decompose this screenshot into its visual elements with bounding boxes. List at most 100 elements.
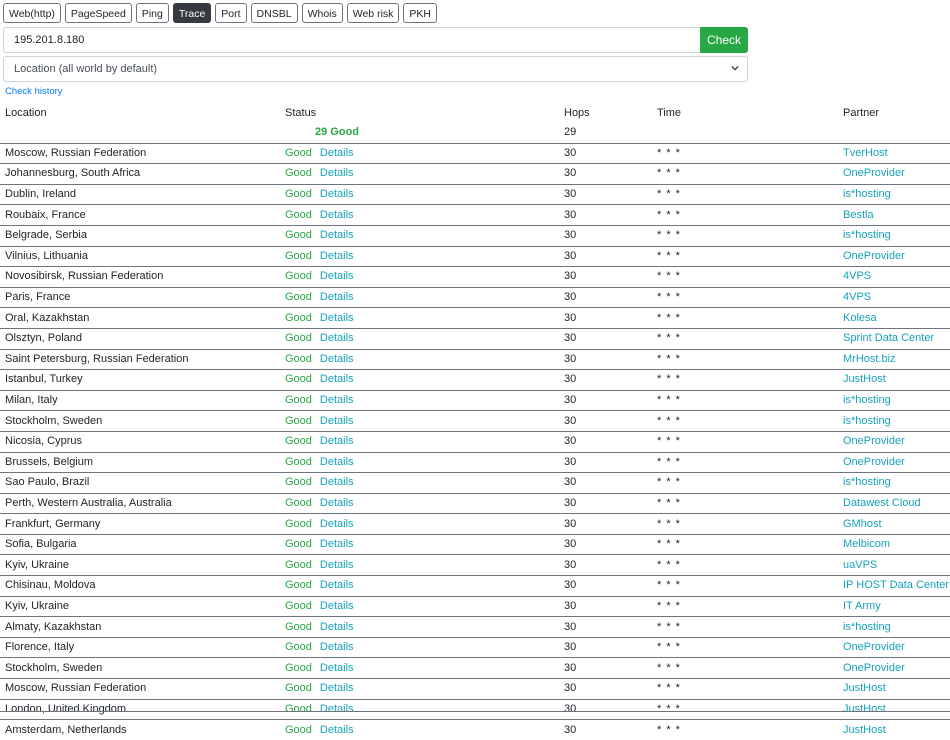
details-link[interactable]: Details: [320, 682, 354, 694]
details-link[interactable]: Details: [320, 621, 354, 633]
details-link[interactable]: Details: [320, 415, 354, 427]
partner-link[interactable]: JustHost: [838, 698, 950, 720]
tab-web-http[interactable]: Web(http): [3, 3, 61, 23]
status-cell: Good Details: [280, 719, 559, 740]
details-link[interactable]: Details: [320, 662, 354, 674]
partner-link[interactable]: is*hosting: [838, 410, 950, 432]
details-link[interactable]: Details: [320, 476, 354, 488]
status-text: Good: [285, 373, 312, 386]
partner-link[interactable]: TverHost: [838, 142, 950, 164]
host-input[interactable]: [3, 27, 700, 53]
details-link[interactable]: Details: [320, 209, 354, 221]
details-link[interactable]: Details: [320, 703, 354, 715]
time-cell: * * *: [652, 451, 838, 473]
location-cell: Novosibirsk, Russian Federation: [0, 266, 280, 288]
partner-link[interactable]: IT Army: [838, 595, 950, 617]
partner-link[interactable]: OneProvider: [838, 245, 950, 267]
partner-link[interactable]: JustHost: [838, 369, 950, 391]
partner-link[interactable]: Kolesa: [838, 307, 950, 329]
details-link[interactable]: Details: [320, 270, 354, 282]
summary-time: [652, 123, 838, 143]
partner-link[interactable]: 4VPS: [838, 266, 950, 288]
hops-cell: 30: [559, 142, 652, 164]
tab-dnsbl[interactable]: DNSBL: [250, 3, 298, 23]
status-text: Good: [285, 455, 312, 468]
partner-link[interactable]: uaVPS: [838, 554, 950, 576]
tab-ping[interactable]: Ping: [135, 3, 169, 23]
hops-cell: 30: [559, 513, 652, 535]
tab-web-risk[interactable]: Web risk: [346, 3, 400, 23]
details-link[interactable]: Details: [320, 250, 354, 262]
time-cell: * * *: [652, 492, 838, 514]
details-link[interactable]: Details: [320, 147, 354, 159]
details-link[interactable]: Details: [320, 600, 354, 612]
partner-link[interactable]: OneProvider: [838, 451, 950, 473]
summary-status: 29 Good: [280, 123, 559, 143]
partner-link[interactable]: MrHost.biz: [838, 348, 950, 370]
partner-link[interactable]: IP HOST Data Center: [838, 575, 950, 597]
partner-link[interactable]: 4VPS: [838, 286, 950, 308]
time-cell: * * *: [652, 389, 838, 411]
details-link[interactable]: Details: [320, 167, 354, 179]
partner-link[interactable]: is*hosting: [838, 616, 950, 638]
status-cell: Good Details: [280, 142, 559, 164]
partner-link[interactable]: OneProvider: [838, 163, 950, 185]
hops-cell: 30: [559, 163, 652, 185]
summary-row: 29 Good 29: [0, 123, 950, 143]
time-cell: * * *: [652, 616, 838, 638]
status-text: Good: [285, 558, 312, 571]
partner-link[interactable]: is*hosting: [838, 472, 950, 494]
tab-whois[interactable]: Whois: [301, 3, 343, 23]
hops-cell: 30: [559, 595, 652, 617]
time-cell: * * *: [652, 348, 838, 370]
partner-link[interactable]: is*hosting: [838, 183, 950, 205]
partner-link[interactable]: Sprint Data Center: [838, 327, 950, 350]
partner-link[interactable]: OneProvider: [838, 636, 950, 658]
details-link[interactable]: Details: [320, 538, 354, 550]
status-cell: Good Details: [280, 533, 559, 555]
partner-link[interactable]: is*hosting: [838, 224, 950, 247]
time-cell: * * *: [652, 224, 838, 247]
details-link[interactable]: Details: [320, 291, 354, 303]
details-link[interactable]: Details: [320, 456, 354, 468]
details-link[interactable]: Details: [320, 724, 354, 736]
tab-pagespeed[interactable]: PageSpeed: [64, 3, 132, 23]
table-row: Nicosia, Cyprus Good Details 30 * * * OneProv…: [0, 430, 950, 452]
status-text: Good: [285, 723, 312, 736]
partner-link[interactable]: JustHost: [838, 719, 950, 740]
status-cell: Good Details: [280, 204, 559, 226]
details-link[interactable]: Details: [320, 312, 354, 324]
check-history-link[interactable]: Check history: [5, 86, 63, 97]
location-cell: Moscow, Russian Federation: [0, 678, 280, 700]
status-cell: Good Details: [280, 554, 559, 576]
details-link[interactable]: Details: [320, 641, 354, 653]
partner-link[interactable]: Bestla: [838, 204, 950, 226]
location-select[interactable]: Location (all world by default): [3, 56, 748, 82]
check-button[interactable]: Check: [700, 27, 748, 53]
details-link[interactable]: Details: [320, 353, 354, 365]
partner-link[interactable]: is*hosting: [838, 389, 950, 411]
details-link[interactable]: Details: [320, 497, 354, 509]
partner-link[interactable]: Melbicom: [838, 533, 950, 555]
tab-pkh[interactable]: PKH: [403, 3, 437, 23]
details-link[interactable]: Details: [320, 559, 354, 571]
partner-link[interactable]: OneProvider: [838, 657, 950, 679]
details-link[interactable]: Details: [320, 188, 354, 200]
details-link[interactable]: Details: [320, 579, 354, 591]
details-link[interactable]: Details: [320, 518, 354, 530]
partner-link[interactable]: OneProvider: [838, 430, 950, 452]
table-row: Perth, Western Australia, Australia Good D…: [0, 492, 950, 514]
details-link[interactable]: Details: [320, 435, 354, 447]
tab-port[interactable]: Port: [215, 3, 247, 23]
details-link[interactable]: Details: [320, 229, 354, 241]
details-link[interactable]: Details: [320, 373, 354, 385]
partner-link[interactable]: GMhost: [838, 513, 950, 535]
details-link[interactable]: Details: [320, 332, 354, 344]
location-cell: Roubaix, France: [0, 204, 280, 226]
time-cell: * * *: [652, 266, 838, 288]
results-table: Location Status Hops Time Partner 29 Goo…: [0, 104, 950, 740]
tab-trace[interactable]: Trace: [172, 3, 212, 23]
partner-link[interactable]: Datawest Cloud: [838, 492, 950, 514]
details-link[interactable]: Details: [320, 394, 354, 406]
partner-link[interactable]: JustHost: [838, 678, 950, 700]
